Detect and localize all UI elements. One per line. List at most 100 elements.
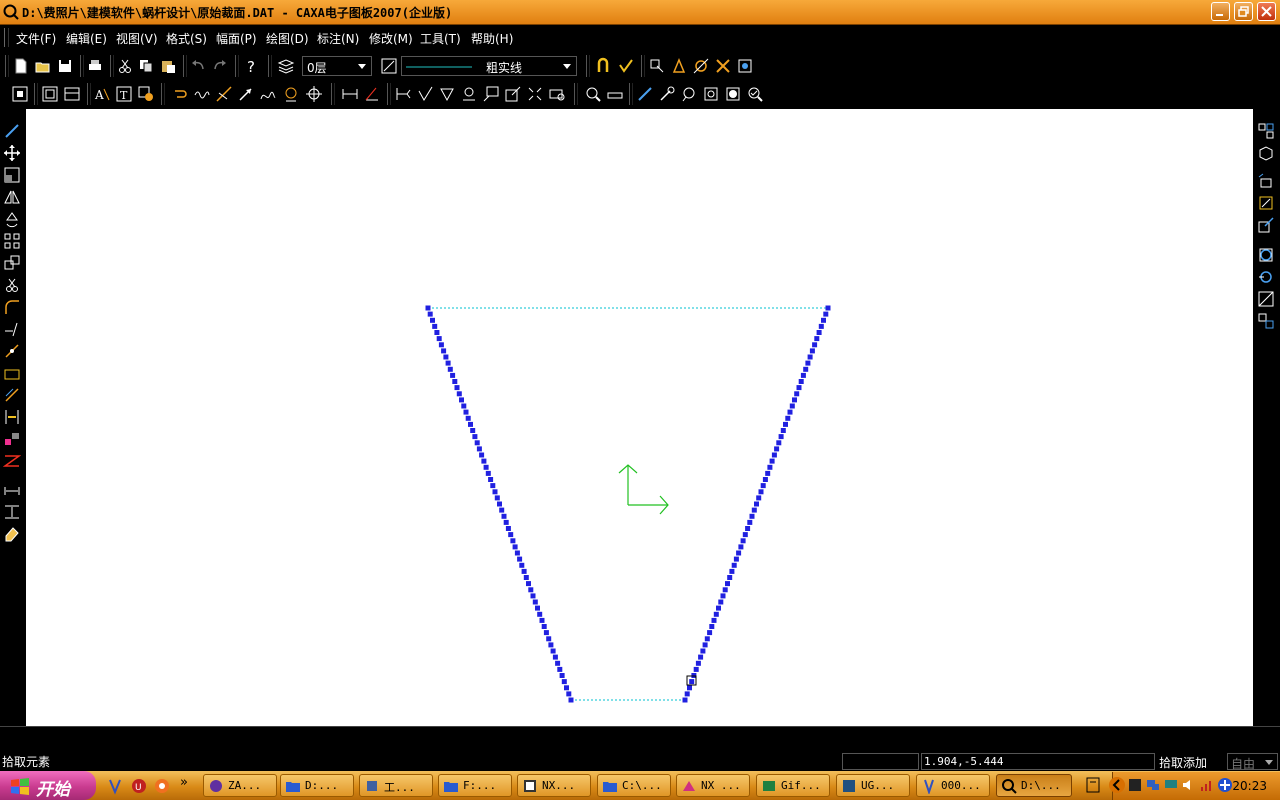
menu-draw[interactable]: 绘图(D) — [266, 30, 309, 46]
snap-mode-select[interactable]: 自由 — [1227, 753, 1278, 771]
cut-icon[interactable] — [116, 57, 134, 75]
library-extract-icon[interactable] — [1257, 268, 1275, 286]
angle-dimension-icon[interactable] — [363, 85, 381, 103]
image-icon[interactable] — [736, 57, 754, 75]
mirror-icon[interactable] — [3, 188, 21, 206]
menu-file[interactable]: 文件(F) — [16, 30, 56, 46]
left-flank-point[interactable] — [566, 691, 572, 697]
break-icon[interactable] — [3, 342, 21, 360]
annotation-icon[interactable] — [482, 85, 500, 103]
right-flank-point[interactable] — [754, 501, 759, 507]
zoom-previous-icon[interactable] — [724, 85, 742, 103]
dimension-spacing-icon[interactable] — [3, 482, 21, 500]
new-file-icon[interactable] — [12, 57, 30, 75]
right-flank-point[interactable] — [695, 660, 701, 666]
right-flank-point[interactable] — [823, 311, 829, 317]
right-flank-point[interactable] — [722, 587, 728, 593]
left-flank-point[interactable] — [532, 599, 538, 605]
block-create-icon[interactable] — [1257, 122, 1275, 140]
right-flank-point[interactable] — [818, 323, 824, 329]
right-flank-point[interactable] — [792, 397, 797, 403]
align-icon[interactable] — [3, 408, 21, 426]
tray-signal-icon[interactable] — [1199, 777, 1215, 793]
array-icon[interactable] — [3, 232, 21, 250]
right-flank-point[interactable] — [702, 642, 708, 648]
right-flank-point[interactable] — [716, 605, 721, 611]
block-insert-icon[interactable] — [1257, 144, 1275, 162]
match-property-icon[interactable] — [670, 57, 688, 75]
text-icon[interactable]: T — [115, 85, 133, 103]
linetype-select[interactable]: 粗实线 — [401, 56, 577, 76]
menu-edit[interactable]: 编辑(E) — [66, 30, 107, 46]
quicklaunch-more[interactable]: » — [180, 775, 188, 790]
menu-help[interactable]: 帮助(H) — [471, 30, 513, 46]
library-define-icon[interactable] — [1257, 290, 1275, 308]
right-flank-point[interactable] — [736, 550, 742, 556]
arrow-line-icon[interactable] — [237, 85, 255, 103]
right-flank-point[interactable] — [733, 556, 739, 562]
left-flank-point[interactable] — [521, 568, 527, 574]
left-flank-point[interactable] — [461, 403, 467, 409]
left-flank-point[interactable] — [546, 636, 552, 642]
quicklaunch-ug-icon[interactable]: U — [130, 777, 148, 795]
left-flank-point[interactable] — [454, 385, 460, 391]
tools-icon[interactable] — [692, 57, 710, 75]
property-icon[interactable] — [648, 57, 666, 75]
left-flank-point[interactable] — [436, 336, 442, 342]
restore-button[interactable] — [1234, 2, 1253, 21]
left-flank-point[interactable] — [505, 526, 511, 531]
right-flank-point[interactable] — [816, 330, 822, 335]
left-flank-point[interactable] — [490, 483, 496, 489]
right-flank-point[interactable] — [805, 360, 811, 366]
left-flank-point[interactable] — [537, 611, 543, 617]
right-flank-point[interactable] — [807, 354, 813, 360]
left-flank-point[interactable] — [541, 624, 547, 629]
left-flank-points[interactable] — [425, 305, 574, 703]
task-button-000[interactable]: 000... — [916, 774, 990, 797]
left-flank-point[interactable] — [447, 366, 453, 372]
center-mark-icon[interactable] — [305, 85, 323, 103]
toolbar-grip[interactable] — [5, 55, 9, 77]
library-manage-icon[interactable] — [1257, 312, 1275, 330]
edit-dimension-icon[interactable] — [504, 85, 522, 103]
left-flank-point[interactable] — [445, 360, 451, 366]
left-flank-point[interactable] — [568, 697, 574, 703]
weld-icon[interactable] — [438, 85, 456, 103]
task-button-gif[interactable]: Gif... — [756, 774, 830, 797]
left-flank-point[interactable] — [432, 323, 438, 329]
left-flank-point[interactable] — [434, 330, 440, 335]
left-flank-point[interactable] — [427, 311, 433, 317]
right-flank-point[interactable] — [758, 489, 764, 495]
block-explode-icon[interactable] — [1257, 172, 1275, 190]
settings-icon[interactable] — [714, 57, 732, 75]
block-attribute-icon[interactable] — [1257, 194, 1275, 212]
right-flank-point[interactable] — [698, 654, 704, 660]
tray-volume-icon[interactable] — [1181, 777, 1197, 793]
pen-icon[interactable] — [636, 85, 654, 103]
tray-expand-icon[interactable] — [1108, 776, 1126, 794]
left-flank-point[interactable] — [465, 415, 471, 421]
redraw-icon[interactable] — [746, 85, 764, 103]
left-flank-point[interactable] — [430, 317, 435, 323]
right-flank-point[interactable] — [749, 513, 755, 519]
task-button-ug[interactable]: UG... — [836, 774, 910, 797]
menu-modify[interactable]: 修改(M) — [369, 30, 413, 46]
right-flank-point[interactable] — [769, 458, 775, 464]
undo-icon[interactable] — [189, 57, 207, 75]
left-flank-point[interactable] — [481, 458, 487, 464]
left-flank-point[interactable] — [503, 519, 509, 525]
left-flank-point[interactable] — [555, 660, 561, 666]
magnet-snap-icon[interactable] — [595, 57, 613, 75]
right-flank-point[interactable] — [785, 415, 791, 421]
close-button[interactable] — [1257, 2, 1276, 21]
leader-icon[interactable] — [215, 85, 233, 103]
left-flank-point[interactable] — [485, 470, 491, 476]
left-flank-point[interactable] — [472, 434, 478, 440]
task-button-nx-1[interactable]: NX... — [517, 774, 591, 797]
left-flank-point[interactable] — [543, 630, 549, 636]
right-flank-point[interactable] — [707, 630, 713, 636]
dimension-align-icon[interactable] — [3, 503, 21, 521]
query-icon[interactable] — [548, 85, 566, 103]
right-flank-point[interactable] — [740, 538, 746, 544]
task-button-nx-2[interactable]: NX ... — [676, 774, 750, 797]
